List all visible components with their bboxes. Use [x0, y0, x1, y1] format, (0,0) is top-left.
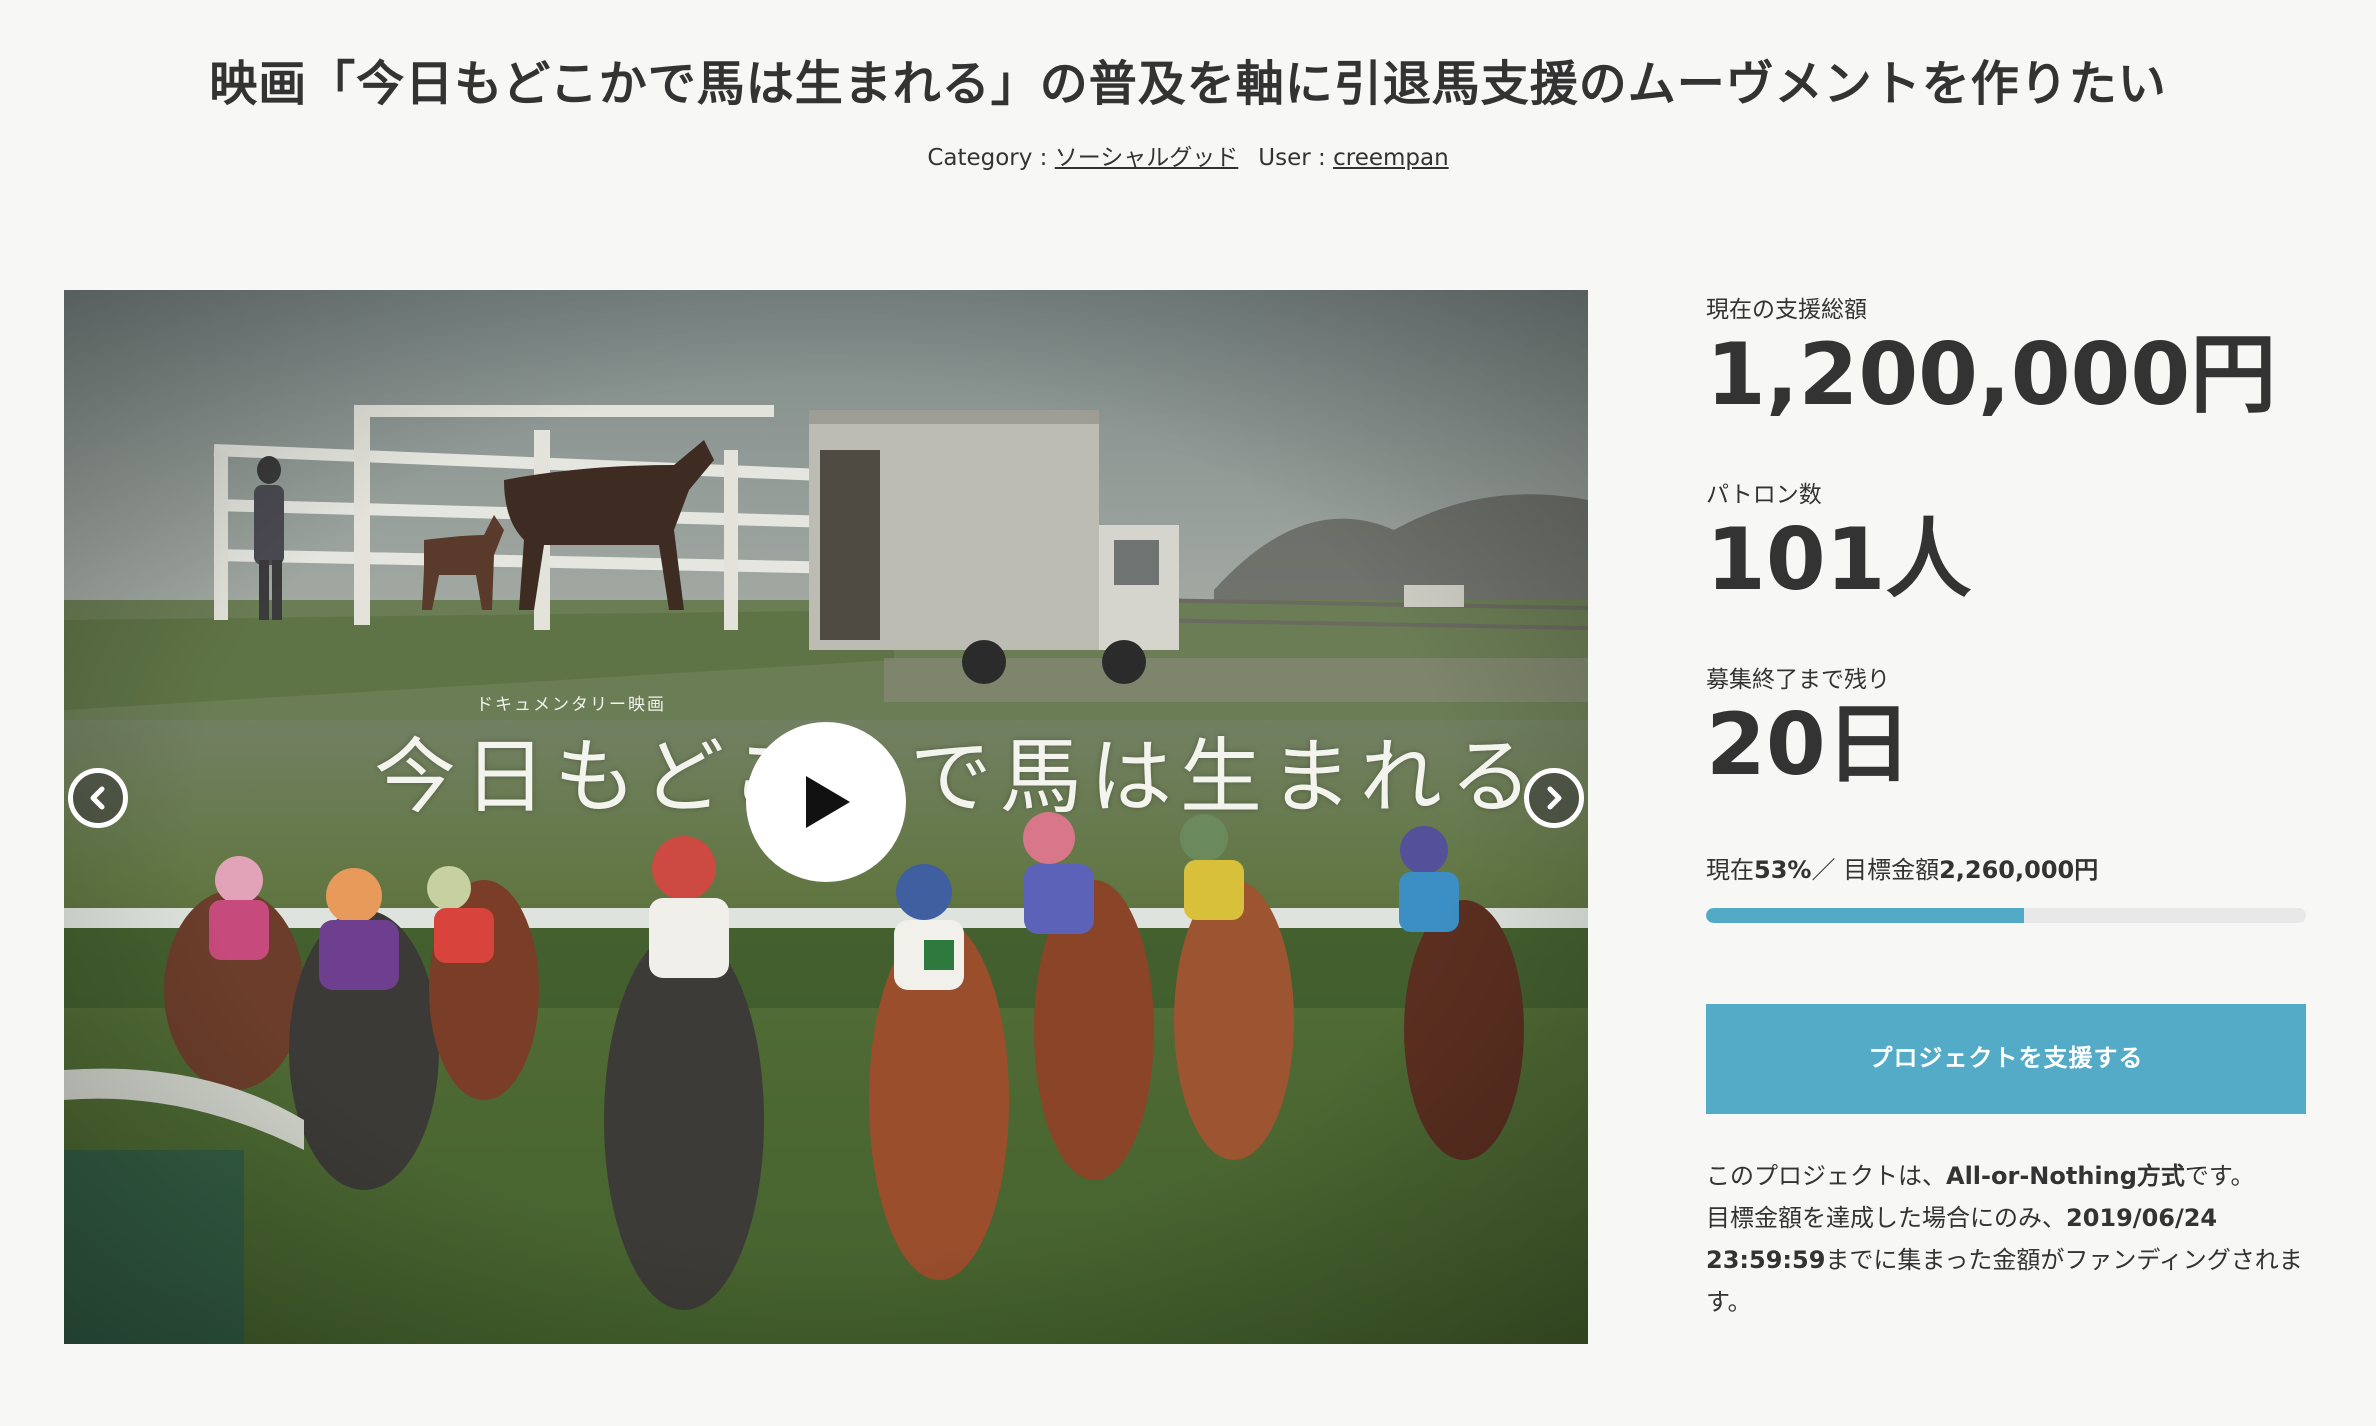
chevron-right-icon [1547, 786, 1562, 810]
project-title: 映画「今日もどこかで馬は生まれる」の普及を軸に引退馬支援のムーヴメントを作りたい [209, 56, 2167, 112]
carousel-next-button[interactable] [1524, 768, 1584, 828]
funding-method: All-or-Nothing方式 [1946, 1162, 2185, 1190]
play-button[interactable] [746, 722, 906, 882]
play-icon [806, 776, 850, 828]
progress-bar-fill [1706, 908, 2024, 923]
category-label: Category : [927, 145, 1055, 171]
patrons-label: パトロン数 [1706, 482, 1822, 508]
amount-label: 現在の支援総額 [1706, 297, 1867, 323]
film-title: 今日もどこかで馬は生まれる [374, 730, 1540, 825]
user-link[interactable]: creempan [1333, 145, 1449, 171]
user-label: User : [1258, 145, 1334, 171]
goal-amount: 2,260,000円 [1939, 856, 2099, 884]
funding-notice: このプロジェクトは、All-or-Nothing方式です。目標金額を達成した場合… [1706, 1155, 2306, 1323]
category-link[interactable]: ソーシャルグッド [1055, 145, 1239, 171]
patrons-value: 101人 [1706, 510, 1972, 610]
progress-summary: 現在53%／ 目標金額2,260,000円 [1706, 850, 2098, 885]
support-project-button[interactable]: プロジェクトを支援する [1706, 1004, 2306, 1114]
days-remaining-label: 募集終了まで残り [1706, 667, 1890, 693]
progress-separator: ／ 目標金額 [1811, 856, 1940, 884]
progress-bar [1706, 908, 2306, 923]
notice-text: です。 [2184, 1162, 2255, 1190]
project-meta: Category : ソーシャルグッド User : creempan [0, 138, 2376, 172]
notice-text: 目標金額を達成した場合にのみ、 [1706, 1204, 2066, 1232]
days-remaining-value: 20日 [1706, 695, 1912, 795]
notice-text: このプロジェクトは、 [1706, 1162, 1946, 1190]
carousel-prev-button[interactable] [68, 768, 128, 828]
progress-percent: 53% [1754, 856, 1812, 884]
amount-value: 1,200,000円 [1706, 325, 2277, 425]
chevron-left-icon [90, 786, 105, 810]
progress-prefix: 現在 [1706, 856, 1754, 884]
project-video[interactable]: ドキュメンタリー映画 今日もどこかで馬は生まれる [64, 290, 1588, 1344]
